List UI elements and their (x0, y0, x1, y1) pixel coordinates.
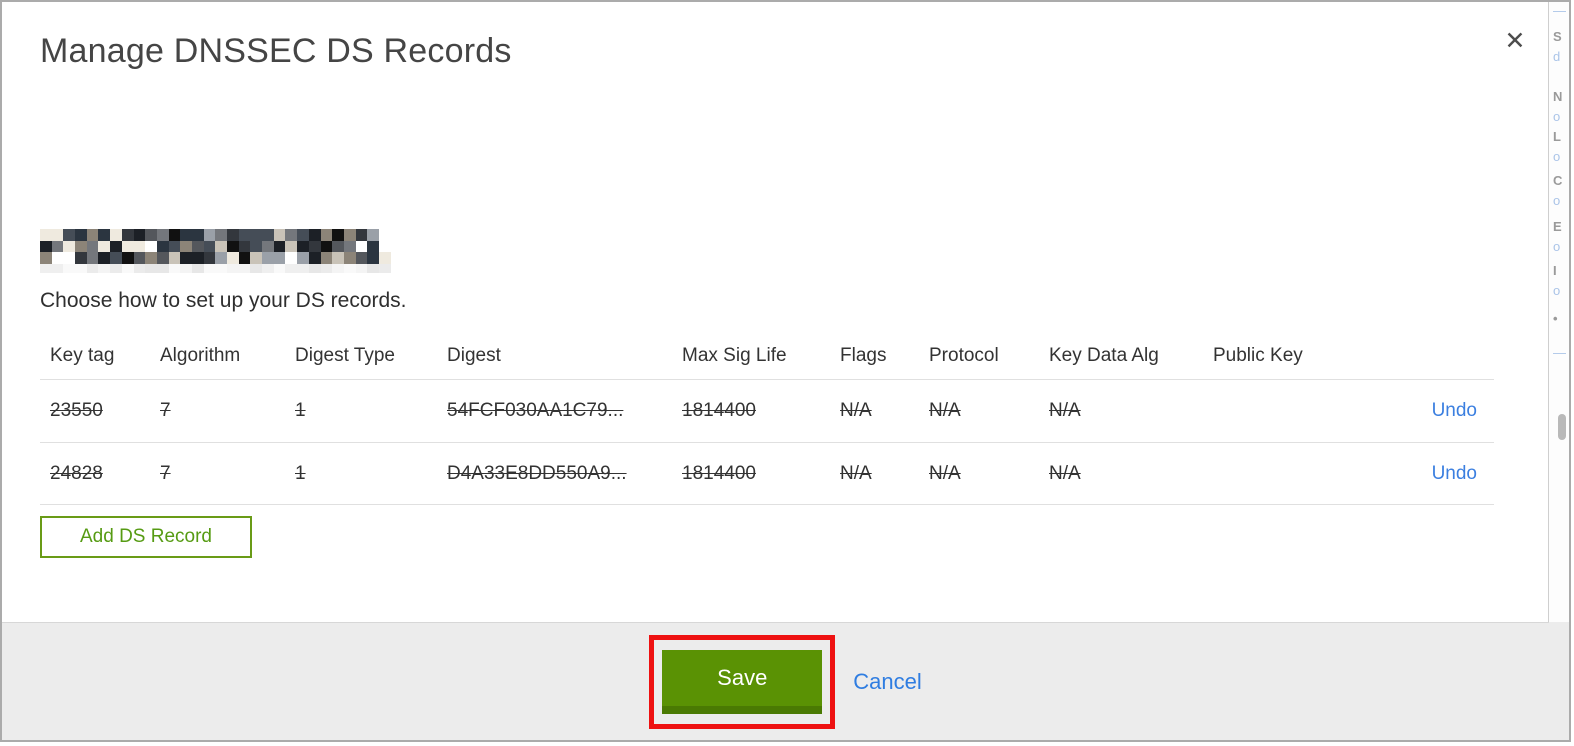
column-header-public-key: Public Key (1213, 344, 1303, 366)
cell-key-tag: 23550 (50, 400, 103, 421)
cell-algorithm: 7 (160, 400, 171, 421)
save-annotation-red-box: Save (649, 634, 836, 729)
background-page-fragment: d (1553, 49, 1561, 64)
background-page-fragment: o (1553, 239, 1561, 254)
column-header-key-data-alg: Key Data Alg (1049, 344, 1159, 366)
cell-protocol: N/A (929, 400, 961, 421)
column-header-max-sig-life: Max Sig Life (682, 344, 787, 366)
redacted-domain-name (40, 229, 392, 273)
background-page-fragment: C (1553, 173, 1563, 188)
ds-record-row: 23550 7 1 54FCF030AA1C79... 1814400 N/A … (40, 379, 1494, 442)
save-button[interactable]: Save (662, 649, 823, 714)
cell-algorithm: 7 (160, 462, 171, 484)
background-page-fragment: o (1553, 149, 1561, 164)
instruction-text: Choose how to set up your DS records. (40, 289, 407, 312)
background-page-fragment: o (1553, 283, 1561, 298)
cancel-link[interactable]: Cancel (853, 669, 921, 695)
add-ds-record-button[interactable]: Add DS Record (40, 516, 252, 558)
cell-flags: N/A (840, 462, 872, 484)
background-page-fragment: S (1553, 29, 1562, 44)
ds-record-row: 24828 7 1 D4A33E8DD550A9... 1814400 N/A … (40, 442, 1494, 505)
cell-digest: D4A33E8DD550A9... (447, 462, 627, 484)
background-page-fragment: • (1553, 311, 1558, 326)
undo-link[interactable]: Undo (1432, 400, 1477, 421)
background-page-fragment: — (1553, 345, 1566, 360)
cell-digest-type: 1 (295, 462, 306, 484)
cell-digest-type: 1 (295, 400, 306, 421)
column-header-key-tag: Key tag (50, 344, 115, 366)
cell-flags: N/A (840, 400, 872, 421)
background-page-fragment: I (1553, 263, 1557, 278)
ds-records-table: Key tag Algorithm Digest Type Digest Max… (40, 332, 1494, 505)
page-scrollbar-thumb[interactable] (1558, 414, 1566, 440)
table-header-row: Key tag Algorithm Digest Type Digest Max… (40, 332, 1494, 379)
background-page-fragment: N (1553, 89, 1563, 104)
column-header-algorithm: Algorithm (160, 344, 241, 366)
close-icon[interactable]: ✕ (1498, 24, 1532, 58)
background-strip-footer (1549, 622, 1569, 740)
cell-protocol: N/A (929, 462, 961, 484)
background-page-fragment: E (1553, 219, 1562, 234)
background-page-fragment: — (1553, 3, 1566, 18)
column-header-protocol: Protocol (929, 344, 999, 366)
background-page-fragment: L (1553, 129, 1561, 144)
cell-key-data-alg: N/A (1049, 462, 1081, 484)
cell-digest: 54FCF030AA1C79... (447, 400, 624, 421)
cell-max-sig-life: 1814400 (682, 400, 756, 421)
modal-footer: Save Cancel (2, 622, 1569, 740)
cell-max-sig-life: 1814400 (682, 462, 756, 484)
background-page-fragment: o (1553, 193, 1561, 208)
undo-link[interactable]: Undo (1432, 463, 1477, 484)
column-header-digest-type: Digest Type (295, 344, 395, 366)
cell-key-tag: 24828 (50, 462, 103, 484)
column-header-flags: Flags (840, 344, 887, 366)
modal-title: Manage DNSSEC DS Records (40, 32, 512, 70)
background-page-strip: — S d N o L o C o E o I o • — (1549, 2, 1569, 740)
column-header-digest: Digest (447, 344, 501, 366)
cell-key-data-alg: N/A (1049, 400, 1081, 421)
screenshot-root: Manage DNSSEC DS Records ✕ Choose how to… (0, 0, 1574, 746)
background-page-fragment: o (1553, 109, 1561, 124)
dnssec-modal: Manage DNSSEC DS Records ✕ Choose how to… (0, 0, 1571, 742)
